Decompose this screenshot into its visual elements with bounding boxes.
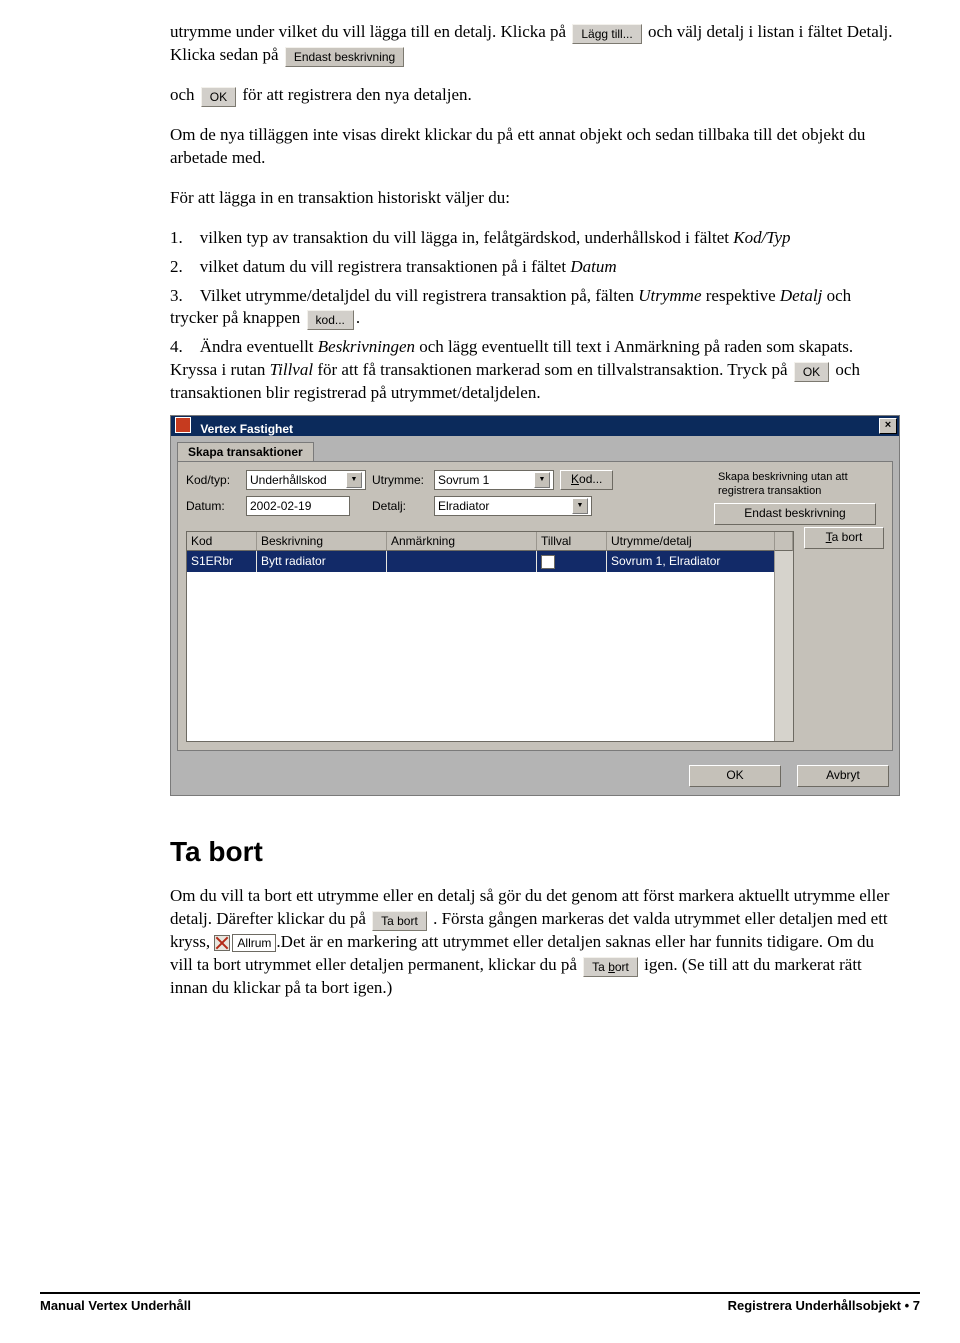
vertex-fastighet-window: Vertex Fastighet × Skapa transaktioner K… (170, 415, 900, 796)
col-spacer (775, 532, 793, 551)
col-tillval[interactable]: Tillval (537, 532, 607, 551)
utrymme-value: Sovrum 1 (438, 471, 489, 489)
datum-label: Datum: (186, 499, 240, 513)
text: 2. vilket datum du vill registrera trans… (170, 257, 570, 276)
col-anmarkning[interactable]: Anmärkning (387, 532, 537, 551)
grid-header-row: Kod Beskrivning Anmärkning Tillval Utrym… (187, 532, 793, 551)
cell-kod: S1ERbr (187, 551, 257, 572)
step-4: 4. Ändra eventuellt Beskrivningen och lä… (170, 336, 900, 405)
endast-beskrivning-button-inline[interactable]: Endast beskrivning (285, 47, 404, 67)
text: och (170, 85, 199, 104)
text: respektive (702, 286, 780, 305)
transactions-grid: Kod Beskrivning Anmärkning Tillval Utrym… (186, 531, 794, 742)
chevron-down-icon[interactable]: ▼ (572, 498, 588, 514)
chevron-down-icon[interactable]: ▼ (346, 472, 362, 488)
scrollbar[interactable] (774, 551, 793, 741)
kodtyp-label: Kod/typ: (186, 473, 240, 487)
close-icon[interactable]: × (879, 418, 897, 434)
tillval-checkbox[interactable] (541, 555, 555, 569)
cell-tillval (537, 551, 607, 572)
footer-right: Registrera Underhållsobjekt • 7 (728, 1298, 920, 1313)
detalj-value: Elradiator (438, 497, 489, 515)
cell-beskrivning: Bytt radiator (257, 551, 387, 572)
detalj-label: Detalj: (372, 499, 428, 513)
side-info-text: Skapa beskrivning utan att registrera tr… (714, 470, 884, 503)
utrymme-combo[interactable]: Sovrum 1 ▼ (434, 470, 554, 490)
table-row[interactable]: S1ERbr Bytt radiator Sovrum 1, Elradiato… (187, 551, 793, 572)
endast-beskrivning-button[interactable]: Endast beskrivning (714, 503, 876, 525)
footer-left: Manual Vertex Underhåll (40, 1298, 191, 1313)
field-name: Detalj (780, 286, 823, 305)
step-2: 2. vilket datum du vill registrera trans… (170, 256, 900, 279)
kod-button[interactable]: Kod... (560, 470, 613, 490)
field-name: Utrymme (638, 286, 701, 305)
page-footer: Manual Vertex Underhåll Registrera Under… (40, 1292, 920, 1343)
text: od... (579, 472, 602, 486)
avbryt-button[interactable]: Avbryt (797, 765, 889, 787)
text: för att registrera den nya detaljen. (242, 85, 471, 104)
intro-paragraph-1: utrymme under vilket du vill lägga till … (170, 21, 900, 67)
tab-skapa-transaktioner[interactable]: Skapa transaktioner (177, 442, 314, 461)
text: 1. vilken typ av transaktion du vill läg… (170, 228, 733, 247)
ok-button[interactable]: OK (689, 765, 781, 787)
detalj-combo[interactable]: Elradiator ▼ (434, 496, 592, 516)
ta-bort-button-inline-2[interactable]: Ta bort (583, 957, 638, 977)
field-name: Kod/Typ (733, 228, 790, 247)
text: 4. Ändra eventuellt (170, 337, 318, 356)
window-title: Vertex Fastighet (200, 422, 293, 436)
text: utrymme under vilket du vill lägga till … (170, 22, 570, 41)
col-utrymme-detalj[interactable]: Utrymme/detalj (607, 532, 775, 551)
step-1: 1. vilken typ av transaktion du vill läg… (170, 227, 900, 250)
cell-utrymme: Sovrum 1, Elradiator (607, 551, 775, 572)
text: 3. Vilket utrymme/detaljdel du vill regi… (170, 286, 638, 305)
ok-button-inline-2[interactable]: OK (794, 362, 829, 382)
intro-paragraph-4: För att lägga in en transaktion historis… (170, 187, 900, 210)
allrum-field: Allrum (232, 934, 276, 952)
col-beskrivning[interactable]: Beskrivning (257, 532, 387, 551)
ta-bort-button-inline-1[interactable]: Ta bort (372, 911, 427, 931)
field-name: Datum (570, 257, 616, 276)
utrymme-label: Utrymme: (372, 473, 428, 487)
text: för att få transaktionen markerad som en… (313, 360, 792, 379)
lagg-till-button-inline[interactable]: Lägg till... (572, 24, 641, 44)
cross-allrum-icon: Allrum (214, 932, 276, 951)
cell-anmarkning (387, 551, 537, 572)
datum-field[interactable]: 2002-02-19 (246, 496, 350, 516)
col-kod[interactable]: Kod (187, 532, 257, 551)
intro-paragraph-3: Om de nya tilläggen inte visas direkt kl… (170, 124, 900, 170)
kodtyp-combo[interactable]: Underhållskod ▼ (246, 470, 366, 490)
ta-bort-button[interactable]: Ta bort (804, 527, 884, 549)
titlebar: Vertex Fastighet × (171, 416, 899, 436)
field-name: Beskrivningen (318, 337, 415, 356)
app-icon (175, 417, 191, 433)
chevron-down-icon[interactable]: ▼ (534, 472, 550, 488)
step-3: 3. Vilket utrymme/detaljdel du vill regi… (170, 285, 900, 331)
field-name: Tillval (270, 360, 313, 379)
ok-button-inline[interactable]: OK (201, 87, 236, 107)
intro-paragraph-2: och OK för att registrera den nya detalj… (170, 84, 900, 107)
kodtyp-value: Underhållskod (250, 471, 327, 489)
ta-bort-paragraph: Om du vill ta bort ett utrymme eller en … (170, 885, 900, 1000)
heading-ta-bort: Ta bort (170, 836, 900, 868)
kod-button-inline[interactable]: kod... (307, 310, 354, 330)
